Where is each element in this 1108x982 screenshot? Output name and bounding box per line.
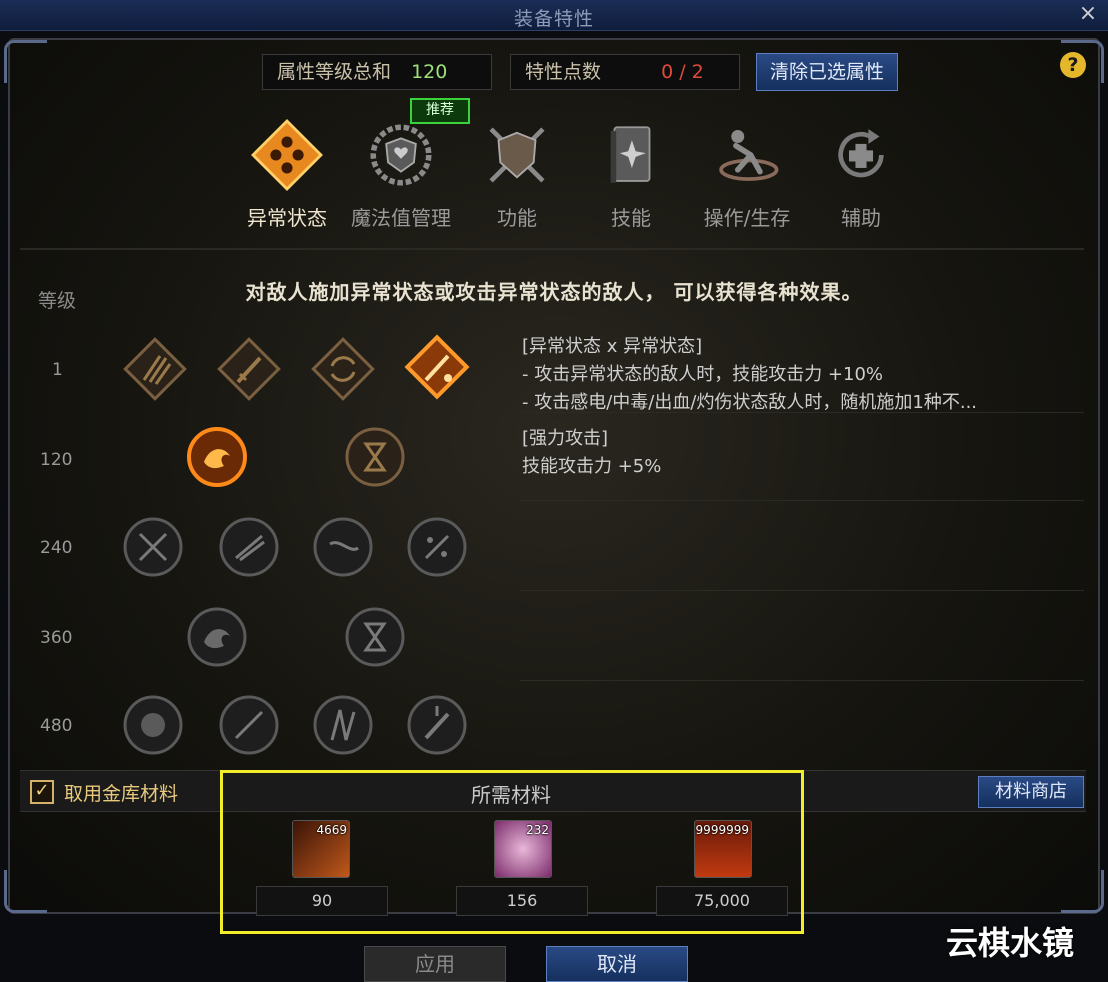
material-stock: 4669 (316, 823, 347, 837)
abnormal-status-icon (250, 118, 324, 192)
tab-label: 异常状态 (247, 206, 327, 230)
level-label: 1 (52, 360, 63, 380)
title-bar: 装备特性 × (0, 0, 1108, 31)
window-title: 装备特性 (513, 8, 594, 30)
level-label: 480 (40, 716, 73, 736)
effect-line: - 攻击感电/中毒/出血/灼伤状态敌人时，随机施加1种不... (522, 392, 978, 413)
tab-label: 技能 (611, 206, 651, 230)
material-stock: 9999999 (695, 823, 749, 837)
frame-corner (4, 870, 47, 913)
use-vault-label: 取用金库材料 (64, 783, 179, 805)
tab-label: 辅助 (841, 206, 881, 230)
trait-points-value: 0 / 2 (661, 61, 704, 83)
trait-node-locked[interactable] (404, 514, 470, 580)
tab-abnormal-status[interactable]: 异常状态 (232, 118, 342, 231)
trait-node-power-attack-selected[interactable] (184, 424, 250, 490)
orange-crystal-icon[interactable]: 4669 (292, 820, 350, 878)
clear-selected-button[interactable]: 清除已选属性 (756, 53, 898, 91)
dodge-icon (710, 118, 784, 192)
material-stock: 232 (526, 823, 549, 837)
effect-group-title: [异常状态 x 异常状态] (522, 336, 703, 357)
effect-group-title: [强力攻击] (522, 428, 609, 449)
skill-book-icon (594, 118, 668, 192)
tab-function[interactable]: 功能 (462, 118, 572, 231)
trait-node-locked[interactable] (310, 692, 376, 758)
watermark: 云棋水镜 (946, 924, 1075, 962)
help-icon[interactable]: ? (1060, 52, 1086, 78)
divider (520, 412, 1084, 413)
trait-node-locked[interactable] (184, 604, 250, 670)
close-icon[interactable]: × (1076, 2, 1100, 26)
material-required: 90 (256, 886, 388, 916)
level-label: 360 (40, 628, 73, 648)
tab-skill[interactable]: 技能 (576, 118, 686, 231)
mana-shield-icon (364, 118, 438, 192)
total-level-label: 属性等级总和 (277, 61, 392, 83)
trait-node-abnormal-selected[interactable] (404, 334, 470, 400)
frame-corner (1061, 870, 1104, 913)
trait-node-locked[interactable] (216, 514, 282, 580)
tab-operation-survival[interactable]: 操作/生存 (692, 118, 802, 231)
tab-label: 操作/生存 (703, 206, 791, 230)
material-required: 75,000 (656, 886, 788, 916)
trait-node-locked[interactable] (120, 692, 186, 758)
effect-line: - 攻击异常状态的敌人时，技能攻击力 +10% (522, 364, 884, 385)
level-label: 240 (40, 538, 73, 558)
trait-node-hourglass[interactable] (342, 424, 408, 490)
level-label: 120 (40, 450, 73, 470)
trait-node-locked[interactable] (120, 514, 186, 580)
separator (20, 248, 1084, 250)
material-required: 156 (456, 886, 588, 916)
shield-swords-icon (480, 118, 554, 192)
tab-support[interactable]: 辅助 (806, 118, 916, 231)
trait-node-claw-strike[interactable] (122, 336, 188, 402)
category-description: 对敌人施加异常状态或攻击异常状态的敌人， 可以获得各种效果。 (245, 280, 863, 304)
divider (520, 500, 1084, 501)
trait-node-cycle[interactable] (310, 336, 376, 402)
trait-points-label: 特性点数 (525, 61, 602, 83)
divider (520, 590, 1084, 591)
support-plus-icon (824, 118, 898, 192)
trait-node-locked[interactable] (342, 604, 408, 670)
trait-node-locked[interactable] (216, 692, 282, 758)
trait-points-box: 特性点数 0 / 2 (510, 54, 740, 90)
divider (520, 680, 1084, 681)
total-level-value: 120 (411, 61, 448, 83)
tab-mana-management[interactable]: 魔法值管理 (346, 118, 456, 231)
material-shop-button[interactable]: 材料商店 (978, 776, 1084, 808)
trait-node-locked[interactable] (310, 514, 376, 580)
level-header: 等级 (38, 290, 77, 312)
trait-node-sword-strike[interactable] (216, 336, 282, 402)
gold-coins-icon[interactable]: 9999999 (694, 820, 752, 878)
frame-corner (4, 40, 47, 83)
cancel-button[interactable]: 取消 (546, 946, 688, 982)
effect-line: 技能攻击力 +5% (522, 456, 662, 477)
tab-label: 魔法值管理 (351, 206, 451, 230)
apply-button[interactable]: 应用 (364, 946, 506, 982)
use-vault-checkbox[interactable]: ✓ (30, 780, 54, 804)
tab-label: 功能 (497, 206, 537, 230)
trait-node-locked[interactable] (404, 692, 470, 758)
pink-orb-icon[interactable]: 232 (494, 820, 552, 878)
total-level-box: 属性等级总和 120 (262, 54, 492, 90)
